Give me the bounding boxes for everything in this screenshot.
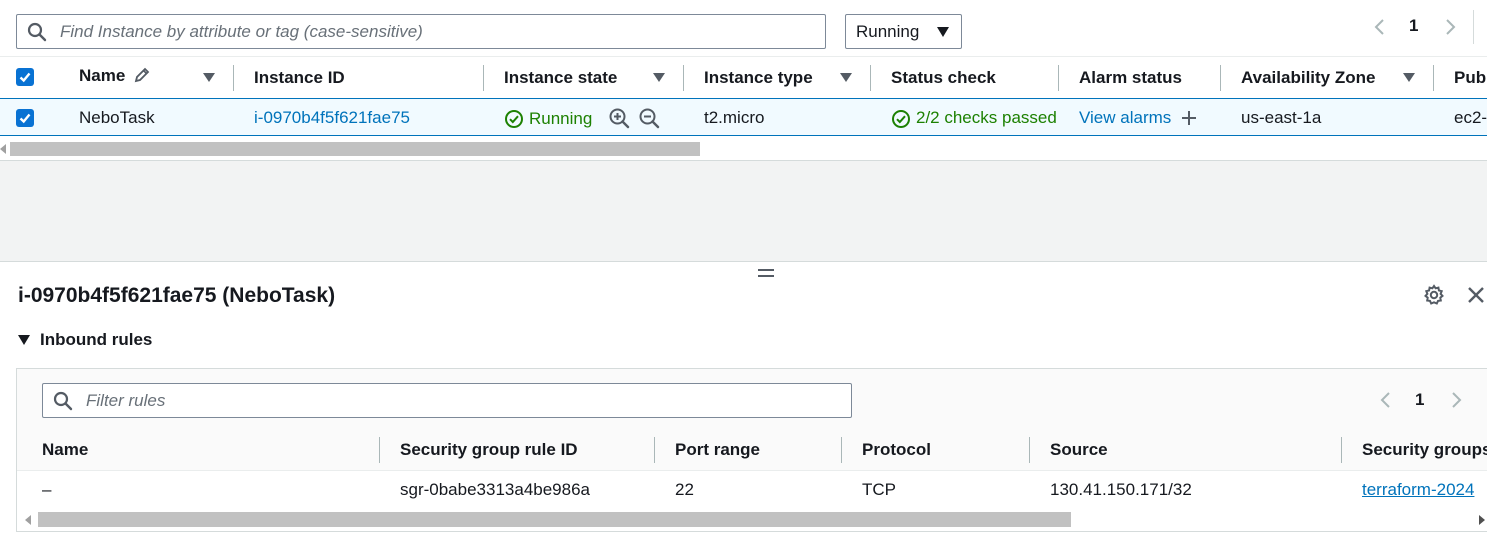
column-divider <box>870 65 871 91</box>
column-header-public[interactable]: Publ <box>1454 68 1487 88</box>
row-instance-id-link[interactable]: i-0970b4f5f621fae75 <box>254 108 410 128</box>
row-instance-type: t2.micro <box>704 108 765 127</box>
add-alarm-icon[interactable] <box>1181 110 1197 126</box>
column-header-instance-state[interactable]: Instance state <box>504 68 617 88</box>
column-divider <box>1058 65 1059 91</box>
inbound-rules-toggle[interactable]: Inbound rules <box>18 330 152 350</box>
column-divider <box>1220 65 1221 91</box>
column-divider <box>1029 437 1030 463</box>
rules-header-name[interactable]: Name <box>42 440 88 460</box>
column-divider <box>379 437 380 463</box>
check-icon <box>19 113 31 124</box>
edit-pencil-icon <box>134 67 150 83</box>
search-icon <box>27 22 47 41</box>
sort-instance-type-icon[interactable] <box>840 73 852 82</box>
gear-icon[interactable] <box>1423 284 1445 306</box>
inbound-rules-title: Inbound rules <box>40 330 153 349</box>
chevron-left-icon[interactable] <box>1373 17 1387 37</box>
column-header-alarm-status[interactable]: Alarm status <box>1079 68 1182 88</box>
caret-down-icon <box>18 335 30 345</box>
row-instance-state: Running <box>529 109 593 128</box>
column-divider <box>233 65 234 91</box>
chevron-left-icon[interactable] <box>1379 390 1393 410</box>
rule-protocol: TCP <box>862 480 896 499</box>
column-header-instance-id[interactable]: Instance ID <box>254 68 345 88</box>
pagination-page-number[interactable]: 1 <box>1409 16 1418 36</box>
check-icon <box>19 72 31 83</box>
chevron-right-icon[interactable] <box>1443 17 1457 37</box>
rules-header-protocol[interactable]: Protocol <box>862 440 931 460</box>
rules-header-source[interactable]: Source <box>1050 440 1108 460</box>
scrollbar-thumb[interactable] <box>10 142 700 156</box>
search-icon <box>53 391 73 410</box>
column-divider <box>1341 437 1342 463</box>
instance-search-field[interactable] <box>16 14 826 49</box>
details-title: i-0970b4f5f621fae75 (NeboTask) <box>18 284 336 307</box>
status-success-icon <box>892 110 910 128</box>
rules-horizontal-scrollbar[interactable] <box>17 510 1487 530</box>
row-availability-zone: us-east-1a <box>1241 108 1322 127</box>
column-header-instance-type[interactable]: Instance type <box>704 68 813 88</box>
column-header-status-check[interactable]: Status check <box>891 68 996 88</box>
row-status-check: 2/2 checks passed <box>916 108 1057 127</box>
scroll-right-arrow-icon[interactable] <box>1477 515 1485 525</box>
rule-security-group-link[interactable]: terraform-2024 <box>1362 480 1474 500</box>
rule-name: – <box>42 480 52 499</box>
column-divider <box>683 65 684 91</box>
rules-page-number[interactable]: 1 <box>1415 390 1424 410</box>
sort-availability-zone-icon[interactable] <box>1403 73 1415 82</box>
empty-panel-area <box>0 160 1487 262</box>
caret-down-icon <box>937 26 949 37</box>
row-status-check-clip: 2/2 checks passed <box>916 108 1057 130</box>
column-header-availability-zone[interactable]: Availability Zone <box>1241 68 1375 88</box>
rule-id: sgr-0babe3313a4be986a <box>400 480 591 499</box>
view-alarms-link[interactable]: View alarms <box>1079 108 1171 128</box>
close-icon[interactable] <box>1466 285 1486 305</box>
column-divider <box>841 437 842 463</box>
zoom-in-icon[interactable] <box>608 107 630 129</box>
sort-name-icon[interactable] <box>203 73 215 82</box>
filter-rules-input[interactable] <box>84 389 851 412</box>
sort-instance-state-icon[interactable] <box>653 73 665 82</box>
zoom-out-icon[interactable] <box>638 107 660 129</box>
state-filter-value: Running <box>856 21 920 41</box>
rules-header-rule-id[interactable]: Security group rule ID <box>400 440 578 460</box>
status-success-icon <box>505 110 523 128</box>
rule-port-range: 22 <box>675 480 694 499</box>
toolbar-divider <box>1473 10 1474 44</box>
rules-header-port-range[interactable]: Port range <box>675 440 760 460</box>
scroll-left-arrow-icon[interactable] <box>0 144 8 154</box>
column-divider <box>1433 65 1434 91</box>
row-select-checkbox[interactable] <box>16 109 34 127</box>
row-public-dns: ec2- <box>1454 108 1487 127</box>
rules-header-security-groups[interactable]: Security groups <box>1362 440 1487 460</box>
row-name: NeboTask <box>79 108 155 127</box>
select-all-checkbox[interactable] <box>16 68 34 86</box>
rule-source: 130.41.150.171/32 <box>1050 480 1192 499</box>
state-filter-select[interactable]: Running <box>845 14 962 49</box>
scrollbar-thumb[interactable] <box>38 512 1071 527</box>
resize-handle-icon[interactable] <box>757 267 775 279</box>
filter-rules-field[interactable] <box>42 383 852 418</box>
column-divider <box>483 65 484 91</box>
scroll-left-arrow-icon[interactable] <box>25 515 33 525</box>
column-divider <box>654 437 655 463</box>
instance-search-input[interactable] <box>58 20 825 43</box>
instances-horizontal-scrollbar[interactable] <box>0 140 1487 158</box>
chevron-right-icon[interactable] <box>1449 390 1463 410</box>
column-header-name[interactable]: Name <box>79 66 151 86</box>
